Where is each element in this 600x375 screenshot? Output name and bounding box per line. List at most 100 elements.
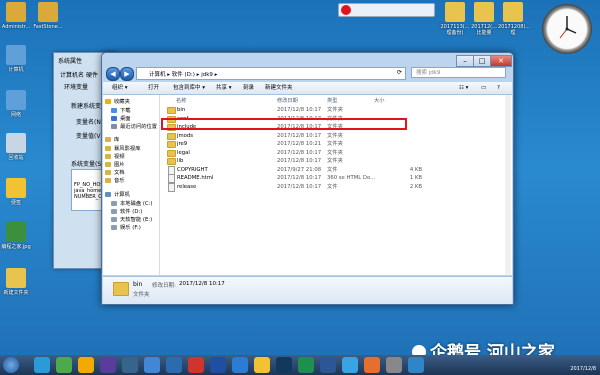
nav-item[interactable]: 图片 bbox=[105, 162, 125, 169]
back-button[interactable]: ◀ bbox=[106, 67, 120, 81]
view-options-icon[interactable]: ☷ ▾ bbox=[459, 84, 468, 92]
organize-button[interactable]: 组织 ▾ bbox=[112, 84, 128, 92]
taskbar-app-icon[interactable] bbox=[122, 357, 138, 373]
desktop-icon-label: 回收站 bbox=[8, 155, 24, 161]
forward-button[interactable]: ▶ bbox=[120, 67, 134, 81]
folder-icon bbox=[167, 158, 176, 165]
desktop-icon[interactable]: 计算机 bbox=[1, 45, 31, 73]
file-date: 2017/12/8 10:17 bbox=[277, 149, 322, 156]
desktop-icon-label: 20171208(... 理 bbox=[498, 24, 531, 36]
search-input[interactable]: 搜索 jdk9 bbox=[411, 67, 506, 78]
desktop-icon-image bbox=[445, 2, 465, 22]
desktop-icon[interactable]: 2017113(... 理备份) bbox=[440, 2, 470, 36]
nav-item[interactable]: 暴风影视库 bbox=[105, 146, 141, 153]
nav-item[interactable]: 下载 bbox=[111, 108, 131, 115]
address-bar[interactable]: 计算机 ▸ 软件 (D:) ▸ jdk9 ▸ ⟳ bbox=[136, 67, 406, 80]
desktop-icon-image bbox=[474, 2, 494, 22]
file-row[interactable]: legal 2017/12/8 10:17 文件夹 bbox=[164, 149, 504, 157]
help-icon[interactable]: ? bbox=[497, 84, 500, 92]
taskbar-app-icon[interactable] bbox=[386, 357, 402, 373]
new-folder-button[interactable]: 新建文件夹 bbox=[265, 84, 293, 92]
file-row[interactable]: jmods 2017/12/8 10:17 文件夹 bbox=[164, 132, 504, 140]
nav-item[interactable]: 软件 (D:) bbox=[111, 209, 142, 216]
desktop-icon[interactable]: Administr... bbox=[1, 2, 31, 30]
desktop-icon[interactable]: 网络 bbox=[1, 90, 31, 118]
star-icon bbox=[105, 99, 111, 104]
tab-computer-name[interactable]: 计算机名 bbox=[60, 70, 84, 79]
breadcrumb-drive-d[interactable]: 软件 (D:) bbox=[172, 72, 195, 78]
burn-button[interactable]: 刻录 bbox=[243, 84, 254, 92]
desktop-icon[interactable]: 便签 bbox=[1, 178, 31, 206]
sogou-icon[interactable] bbox=[341, 5, 351, 15]
file-row[interactable]: jre9 2017/12/8 10:21 文件夹 bbox=[164, 140, 504, 148]
clock-face-icon bbox=[559, 16, 577, 39]
taskbar-app-icon[interactable] bbox=[276, 357, 292, 373]
maximize-button[interactable]: □ bbox=[473, 55, 491, 67]
breadcrumb-jdk9[interactable]: jdk9 bbox=[201, 72, 213, 78]
taskbar-app-icon[interactable] bbox=[254, 357, 270, 373]
nav-item[interactable]: 库 bbox=[105, 137, 119, 144]
column-date[interactable]: 修改日期 bbox=[277, 97, 298, 104]
taskbar-app-icon[interactable] bbox=[188, 357, 204, 373]
desktop-icon[interactable]: 编程之家.jpg bbox=[1, 222, 31, 250]
file-row[interactable]: bin 2017/12/8 10:17 文件夹 bbox=[164, 106, 504, 114]
file-row[interactable]: release 2017/12/8 10:17 文件 2 KB bbox=[164, 182, 504, 192]
file-name: COPYRIGHT bbox=[177, 166, 208, 173]
drive-icon bbox=[111, 225, 117, 230]
taskbar-app-icon[interactable] bbox=[320, 357, 336, 373]
taskbar-app-icon[interactable] bbox=[144, 357, 160, 373]
taskbar-app-icon[interactable] bbox=[56, 357, 72, 373]
nav-item[interactable]: 本地磁盘 (C:) bbox=[111, 201, 153, 208]
scrollbar[interactable] bbox=[505, 95, 511, 275]
taskbar-app-icon[interactable] bbox=[100, 357, 116, 373]
taskbar-app-icon[interactable] bbox=[298, 357, 314, 373]
nav-item[interactable]: 桌面 bbox=[111, 116, 131, 123]
breadcrumb-computer[interactable]: 计算机 bbox=[149, 72, 166, 78]
file-date: 2017/12/8 10:17 bbox=[277, 158, 322, 164]
minimize-button[interactable]: – bbox=[456, 55, 474, 67]
column-size[interactable]: 大小 bbox=[374, 97, 384, 104]
share-button[interactable]: 共享 ▾ bbox=[216, 84, 232, 92]
start-button[interactable] bbox=[3, 357, 19, 373]
desktop-icon-image bbox=[6, 45, 26, 65]
taskbar-app-icon[interactable] bbox=[34, 357, 50, 373]
desktop-icon[interactable]: 新建文件夹 bbox=[1, 268, 31, 296]
open-button[interactable]: 打开 bbox=[148, 84, 159, 92]
nav-item[interactable]: 最近访问的位置 bbox=[111, 124, 157, 131]
nav-item[interactable]: 收藏夹 bbox=[105, 99, 130, 106]
taskbar-app-icon[interactable] bbox=[166, 357, 182, 373]
preview-pane-icon[interactable]: ▭ bbox=[481, 84, 486, 92]
desktop-icon[interactable]: 20171208(... 理 bbox=[498, 2, 531, 36]
close-button[interactable]: ✕ bbox=[490, 55, 512, 67]
floating-toolbar[interactable] bbox=[338, 3, 435, 17]
nav-item[interactable]: 天软智能 (E:) bbox=[111, 217, 152, 224]
taskbar-app-icon[interactable] bbox=[210, 357, 226, 373]
desktop-icon[interactable]: 201712(... 比能量 bbox=[469, 2, 499, 36]
nav-item[interactable]: 视频 bbox=[105, 154, 125, 161]
file-row[interactable]: lib 2017/12/8 10:17 文件夹 bbox=[164, 157, 504, 165]
column-type[interactable]: 类型 bbox=[327, 97, 337, 104]
nav-item-label: 最近访问的位置 bbox=[120, 124, 158, 130]
nav-item-label: 本地磁盘 (C:) bbox=[120, 201, 153, 207]
file-row[interactable]: COPYRIGHT 2017/9/27 21:08 文件 4 KB bbox=[164, 165, 504, 175]
nav-item[interactable]: 音乐 bbox=[105, 178, 125, 185]
folder-icon bbox=[167, 141, 176, 148]
env-vars-title: 环境变量 bbox=[64, 84, 89, 91]
lib-icon bbox=[105, 137, 111, 142]
taskbar-app-icon[interactable] bbox=[342, 357, 358, 373]
desktop-icon-label: 新建文件夹 bbox=[3, 290, 29, 296]
taskbar-app-icon[interactable] bbox=[78, 357, 94, 373]
refresh-icon[interactable]: ⟳ bbox=[397, 69, 402, 76]
file-row[interactable]: README.html 2017/12/8 10:17 360 se HTML Do… bbox=[164, 174, 504, 183]
tab-hardware[interactable]: 硬件 bbox=[86, 70, 98, 79]
taskbar-app-icon[interactable] bbox=[408, 357, 424, 373]
column-name[interactable]: 名称 bbox=[176, 97, 186, 104]
taskbar-app-icon[interactable] bbox=[364, 357, 380, 373]
nav-item[interactable]: 计算机 bbox=[105, 192, 130, 199]
include-in-library-button[interactable]: 包含到库中 ▾ bbox=[173, 84, 205, 92]
taskbar-app-icon[interactable] bbox=[232, 357, 248, 373]
desktop-icon[interactable]: FastStone... bbox=[33, 2, 63, 30]
desktop-icon[interactable]: 回收站 bbox=[1, 133, 31, 161]
nav-item[interactable]: 娱乐 (F:) bbox=[111, 225, 141, 232]
nav-item[interactable]: 文档 bbox=[105, 170, 125, 177]
